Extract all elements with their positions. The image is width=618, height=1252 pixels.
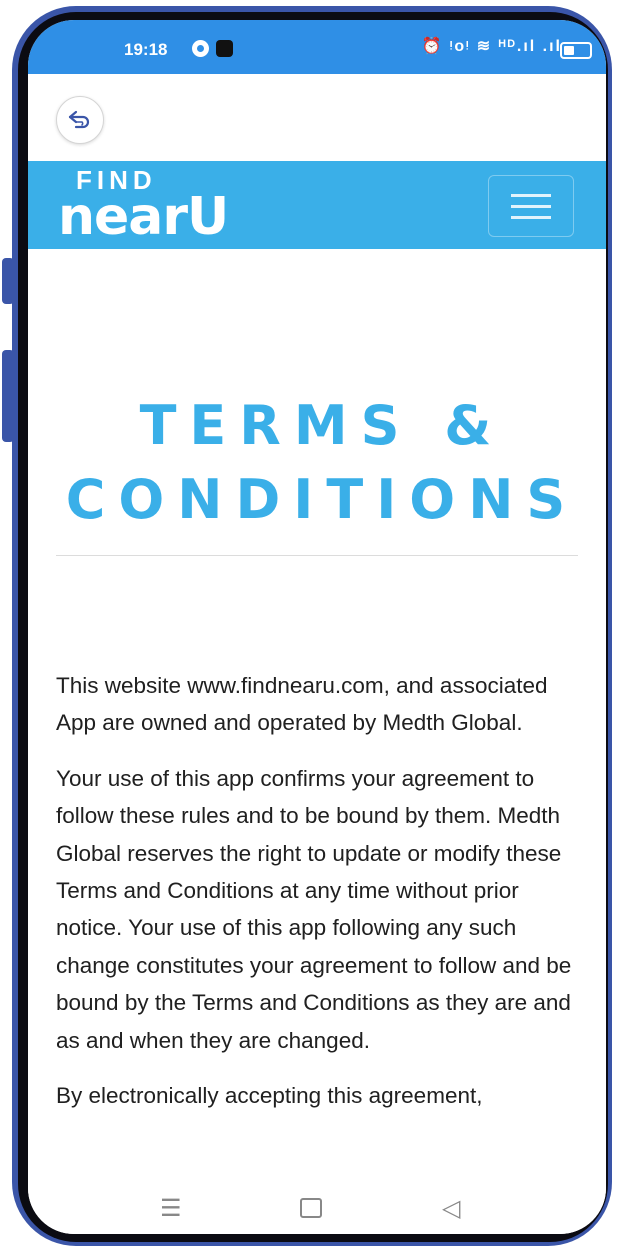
logo-nearu-text: nearU — [58, 187, 229, 247]
status-indicators: ⏰ ᵎᴏᵎ ≋ ᴴᴰ.ıl .ıl — [421, 38, 562, 55]
findnearu-logo[interactable]: FIND nearU — [58, 167, 229, 247]
screen: 19:18 ⏰ ᵎᴏᵎ ≋ ᴴᴰ.ıl .ıl FIND nearU TERMS… — [28, 20, 606, 1234]
back-arrow-icon — [68, 110, 90, 129]
volume-down-button — [2, 350, 14, 442]
hamburger-menu-icon — [511, 194, 551, 197]
system-back-icon[interactable]: ◁ — [442, 1194, 460, 1223]
page-title: TERMS & CONDITIONS — [65, 394, 579, 531]
notification-app-icon — [216, 40, 233, 57]
hamburger-line — [511, 216, 551, 219]
back-button[interactable] — [56, 96, 104, 144]
back-row — [28, 74, 606, 161]
divider — [56, 555, 578, 556]
hamburger-line — [511, 205, 551, 208]
terms-text: This website www.findnearu.com, and asso… — [56, 667, 584, 1132]
paragraph: Your use of this app confirms your agree… — [56, 765, 572, 1053]
notification-circle-icon — [192, 40, 209, 57]
status-time: 19:18 — [124, 40, 168, 59]
home-icon[interactable] — [300, 1198, 322, 1218]
status-bar: 19:18 ⏰ ᵎᴏᵎ ≋ ᴴᴰ.ıl .ıl — [28, 20, 606, 74]
battery-icon — [560, 42, 592, 59]
paragraph: This website www.findnearu.com, and asso… — [56, 673, 548, 736]
paragraph: By electronically accepting this agreeme… — [56, 1083, 483, 1109]
volume-up-button — [2, 258, 14, 304]
menu-button[interactable] — [488, 175, 574, 237]
recent-apps-icon[interactable]: ☰ — [160, 1194, 182, 1223]
navbar: FIND nearU — [28, 161, 606, 249]
system-navigation-bar: ☰ ◁ — [28, 1184, 606, 1234]
